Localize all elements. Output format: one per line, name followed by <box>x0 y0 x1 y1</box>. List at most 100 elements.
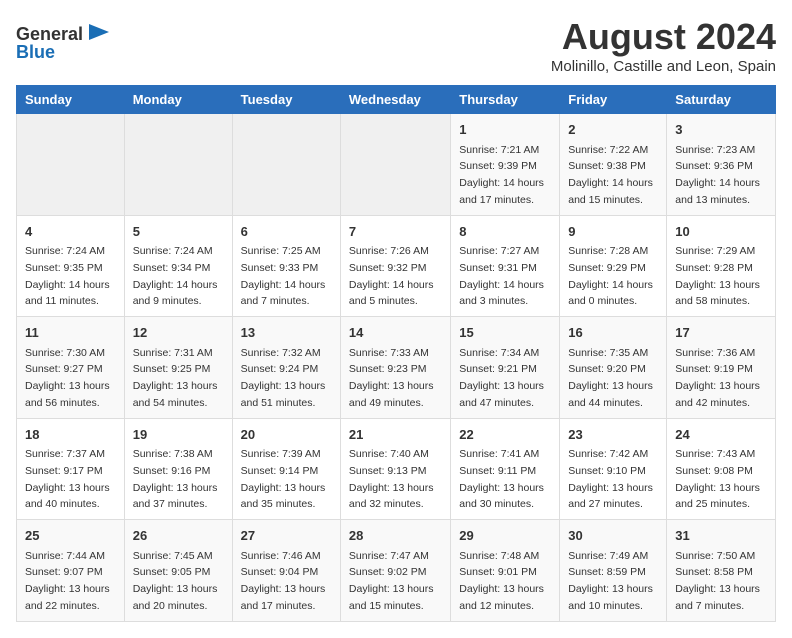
header: General Blue August 2024 Molinillo, Cast… <box>16 16 776 75</box>
day-number: 14 <box>349 323 442 343</box>
calendar-week-row: 25 Sunrise: 7:44 AMSunset: 9:07 PMDayligh… <box>17 520 776 622</box>
day-number: 1 <box>459 120 551 140</box>
day-detail: Sunrise: 7:35 AMSunset: 9:20 PMDaylight:… <box>568 347 653 409</box>
day-number: 12 <box>133 323 224 343</box>
day-detail: Sunrise: 7:34 AMSunset: 9:21 PMDaylight:… <box>459 347 544 409</box>
calendar-cell: 18Sunrise: 7:37 AMSunset: 9:17 PMDayligh… <box>17 418 125 520</box>
day-number: 6 <box>241 222 332 242</box>
calendar-week-row: 4 Sunrise: 7:24 AMSunset: 9:35 PMDaylight… <box>17 215 776 317</box>
calendar-cell: 10 Sunrise: 7:29 AMSunset: 9:28 PMDayligh… <box>667 215 776 317</box>
day-number: 7 <box>349 222 442 242</box>
day-number: 20 <box>241 425 332 445</box>
logo-blue-text: Blue <box>16 42 55 63</box>
calendar-cell <box>340 114 450 216</box>
day-number: 3 <box>675 120 767 140</box>
day-number: 13 <box>241 323 332 343</box>
calendar-cell: 28 Sunrise: 7:47 AMSunset: 9:02 PMDayligh… <box>340 520 450 622</box>
calendar-cell: 11 Sunrise: 7:30 AMSunset: 9:27 PMDayligh… <box>17 317 125 419</box>
day-number: 4 <box>25 222 116 242</box>
calendar-body: 1 Sunrise: 7:21 AMSunset: 9:39 PMDaylight… <box>17 114 776 622</box>
calendar-cell: 30 Sunrise: 7:49 AMSunset: 8:59 PMDayligh… <box>560 520 667 622</box>
calendar-cell: 24Sunrise: 7:43 AMSunset: 9:08 PMDayligh… <box>667 418 776 520</box>
day-number: 21 <box>349 425 442 445</box>
calendar-cell: 2Sunrise: 7:22 AMSunset: 9:38 PMDaylight… <box>560 114 667 216</box>
calendar-cell: 13 Sunrise: 7:32 AMSunset: 9:24 PMDayligh… <box>232 317 340 419</box>
day-number: 22 <box>459 425 551 445</box>
day-detail: Sunrise: 7:42 AMSunset: 9:10 PMDaylight:… <box>568 448 653 510</box>
day-detail: Sunrise: 7:30 AMSunset: 9:27 PMDaylight:… <box>25 347 110 409</box>
day-detail: Sunrise: 7:43 AMSunset: 9:08 PMDaylight:… <box>675 448 760 510</box>
day-number: 16 <box>568 323 658 343</box>
header-monday: Monday <box>124 86 232 114</box>
title-section: August 2024 Molinillo, Castille and Leon… <box>551 16 776 75</box>
day-detail: Sunrise: 7:23 AMSunset: 9:36 PMDaylight:… <box>675 144 760 206</box>
day-number: 29 <box>459 526 551 546</box>
logo-flag-icon <box>85 20 113 48</box>
calendar-cell: 20Sunrise: 7:39 AMSunset: 9:14 PMDayligh… <box>232 418 340 520</box>
calendar-cell: 3 Sunrise: 7:23 AMSunset: 9:36 PMDaylight… <box>667 114 776 216</box>
day-number: 11 <box>25 323 116 343</box>
calendar-cell: 25 Sunrise: 7:44 AMSunset: 9:07 PMDayligh… <box>17 520 125 622</box>
day-detail: Sunrise: 7:26 AMSunset: 9:32 PMDaylight:… <box>349 245 434 307</box>
header-saturday: Saturday <box>667 86 776 114</box>
calendar-cell: 9 Sunrise: 7:28 AMSunset: 9:29 PMDaylight… <box>560 215 667 317</box>
calendar-week-row: 11 Sunrise: 7:30 AMSunset: 9:27 PMDayligh… <box>17 317 776 419</box>
day-detail: Sunrise: 7:33 AMSunset: 9:23 PMDaylight:… <box>349 347 434 409</box>
day-number: 5 <box>133 222 224 242</box>
header-thursday: Thursday <box>451 86 560 114</box>
day-detail: Sunrise: 7:41 AMSunset: 9:11 PMDaylight:… <box>459 448 544 510</box>
calendar-cell: 27 Sunrise: 7:46 AMSunset: 9:04 PMDayligh… <box>232 520 340 622</box>
day-detail: Sunrise: 7:47 AMSunset: 9:02 PMDaylight:… <box>349 550 434 612</box>
day-detail: Sunrise: 7:46 AMSunset: 9:04 PMDaylight:… <box>241 550 326 612</box>
calendar-week-row: 1 Sunrise: 7:21 AMSunset: 9:39 PMDaylight… <box>17 114 776 216</box>
calendar-cell: 15 Sunrise: 7:34 AMSunset: 9:21 PMDayligh… <box>451 317 560 419</box>
calendar-cell <box>232 114 340 216</box>
day-detail: Sunrise: 7:21 AMSunset: 9:39 PMDaylight:… <box>459 144 544 206</box>
day-number: 27 <box>241 526 332 546</box>
calendar-cell: 17Sunrise: 7:36 AMSunset: 9:19 PMDayligh… <box>667 317 776 419</box>
day-detail: Sunrise: 7:44 AMSunset: 9:07 PMDaylight:… <box>25 550 110 612</box>
calendar-table: Sunday Monday Tuesday Wednesday Thursday… <box>16 85 776 622</box>
day-detail: Sunrise: 7:45 AMSunset: 9:05 PMDaylight:… <box>133 550 218 612</box>
calendar-cell: 16 Sunrise: 7:35 AMSunset: 9:20 PMDayligh… <box>560 317 667 419</box>
day-detail: Sunrise: 7:32 AMSunset: 9:24 PMDaylight:… <box>241 347 326 409</box>
calendar-cell: 26Sunrise: 7:45 AMSunset: 9:05 PMDayligh… <box>124 520 232 622</box>
day-number: 9 <box>568 222 658 242</box>
header-friday: Friday <box>560 86 667 114</box>
day-number: 19 <box>133 425 224 445</box>
day-detail: Sunrise: 7:27 AMSunset: 9:31 PMDaylight:… <box>459 245 544 307</box>
day-number: 15 <box>459 323 551 343</box>
calendar-cell: 5Sunrise: 7:24 AMSunset: 9:34 PMDaylight… <box>124 215 232 317</box>
day-detail: Sunrise: 7:49 AMSunset: 8:59 PMDaylight:… <box>568 550 653 612</box>
calendar-header-row: Sunday Monday Tuesday Wednesday Thursday… <box>17 86 776 114</box>
logo: General Blue <box>16 20 113 63</box>
day-detail: Sunrise: 7:22 AMSunset: 9:38 PMDaylight:… <box>568 144 653 206</box>
calendar-cell: 29 Sunrise: 7:48 AMSunset: 9:01 PMDayligh… <box>451 520 560 622</box>
day-detail: Sunrise: 7:29 AMSunset: 9:28 PMDaylight:… <box>675 245 760 307</box>
day-number: 25 <box>25 526 116 546</box>
calendar-cell: 1 Sunrise: 7:21 AMSunset: 9:39 PMDaylight… <box>451 114 560 216</box>
calendar-cell <box>124 114 232 216</box>
day-number: 31 <box>675 526 767 546</box>
calendar-cell: 7 Sunrise: 7:26 AMSunset: 9:32 PMDaylight… <box>340 215 450 317</box>
calendar-cell: 4 Sunrise: 7:24 AMSunset: 9:35 PMDaylight… <box>17 215 125 317</box>
day-detail: Sunrise: 7:28 AMSunset: 9:29 PMDaylight:… <box>568 245 653 307</box>
header-sunday: Sunday <box>17 86 125 114</box>
day-detail: Sunrise: 7:31 AMSunset: 9:25 PMDaylight:… <box>133 347 218 409</box>
main-title: August 2024 <box>551 16 776 58</box>
calendar-cell <box>17 114 125 216</box>
day-detail: Sunrise: 7:36 AMSunset: 9:19 PMDaylight:… <box>675 347 760 409</box>
day-number: 10 <box>675 222 767 242</box>
day-number: 28 <box>349 526 442 546</box>
calendar-cell: 8Sunrise: 7:27 AMSunset: 9:31 PMDaylight… <box>451 215 560 317</box>
calendar-cell: 14 Sunrise: 7:33 AMSunset: 9:23 PMDayligh… <box>340 317 450 419</box>
day-number: 30 <box>568 526 658 546</box>
day-number: 23 <box>568 425 658 445</box>
calendar-cell: 21Sunrise: 7:40 AMSunset: 9:13 PMDayligh… <box>340 418 450 520</box>
calendar-cell: 6 Sunrise: 7:25 AMSunset: 9:33 PMDaylight… <box>232 215 340 317</box>
day-detail: Sunrise: 7:24 AMSunset: 9:35 PMDaylight:… <box>25 245 110 307</box>
header-tuesday: Tuesday <box>232 86 340 114</box>
sub-title: Molinillo, Castille and Leon, Spain <box>551 58 776 75</box>
day-detail: Sunrise: 7:25 AMSunset: 9:33 PMDaylight:… <box>241 245 326 307</box>
day-detail: Sunrise: 7:48 AMSunset: 9:01 PMDaylight:… <box>459 550 544 612</box>
